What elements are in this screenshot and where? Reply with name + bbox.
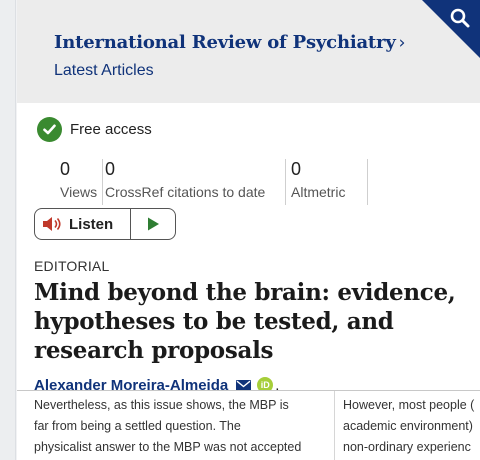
metric-views: 0 Views bbox=[34, 158, 97, 200]
envelope-icon[interactable] bbox=[236, 379, 252, 391]
preview-line: far from being a settled question. The bbox=[34, 419, 241, 433]
listen-button[interactable]: Listen bbox=[35, 209, 131, 239]
preview-column-right: However, most people ( academic environm… bbox=[343, 395, 480, 458]
metric-views-label: Views bbox=[60, 184, 98, 200]
listen-label: Listen bbox=[69, 215, 114, 233]
preview-line: However, most people ( bbox=[343, 398, 475, 412]
search-button[interactable] bbox=[422, 0, 480, 58]
article-panel: Free access 0 Views 0 CrossRef citations… bbox=[17, 103, 480, 460]
journal-title: International Review of Psychiatry bbox=[54, 32, 396, 53]
search-icon bbox=[422, 0, 480, 58]
preview-column-left: Nevertheless, as this issue shows, the M… bbox=[34, 395, 339, 458]
metric-divider bbox=[102, 159, 103, 205]
play-icon bbox=[148, 217, 159, 231]
preview-line: non-ordinary experienc bbox=[343, 440, 471, 454]
preview-line: physicalist answer to the MBP was not ac… bbox=[34, 440, 302, 454]
metric-altmetric: 0 Altmetric bbox=[291, 158, 345, 200]
preview-line: Nevertheless, as this issue shows, the M… bbox=[34, 398, 289, 412]
play-button[interactable] bbox=[131, 209, 175, 239]
article-title: Mind beyond the brain: evidence, hypothe… bbox=[34, 279, 456, 364]
preview-divider bbox=[334, 391, 335, 460]
metric-views-value: 0 bbox=[60, 159, 71, 179]
speaker-icon bbox=[43, 217, 61, 231]
page-left-margin bbox=[0, 0, 16, 460]
journal-title-link[interactable]: International Review of Psychiatry › bbox=[54, 32, 405, 53]
article-preview: Nevertheless, as this issue shows, the M… bbox=[17, 390, 480, 460]
metric-altmetric-label: Altmetric bbox=[291, 184, 346, 200]
preview-line: academic environment) bbox=[343, 419, 473, 433]
listen-widget: Listen bbox=[34, 208, 176, 240]
journal-header: International Review of Psychiatry › Late… bbox=[17, 0, 480, 103]
metric-crossref-label: CrossRef citations to date bbox=[105, 184, 266, 200]
metric-divider bbox=[367, 159, 368, 205]
metric-crossref: 0 CrossRef citations to date bbox=[105, 158, 265, 200]
metric-crossref-value: 0 bbox=[105, 159, 116, 179]
free-access-badge: Free access bbox=[37, 116, 152, 142]
check-circle-icon bbox=[37, 116, 62, 142]
article-type: EDITORIAL bbox=[34, 258, 110, 274]
metric-altmetric-value: 0 bbox=[291, 159, 302, 179]
chevron-right-icon: › bbox=[398, 33, 406, 53]
latest-articles-link[interactable]: Latest Articles bbox=[54, 62, 154, 80]
free-access-label: Free access bbox=[70, 120, 152, 138]
metric-divider bbox=[285, 159, 286, 205]
